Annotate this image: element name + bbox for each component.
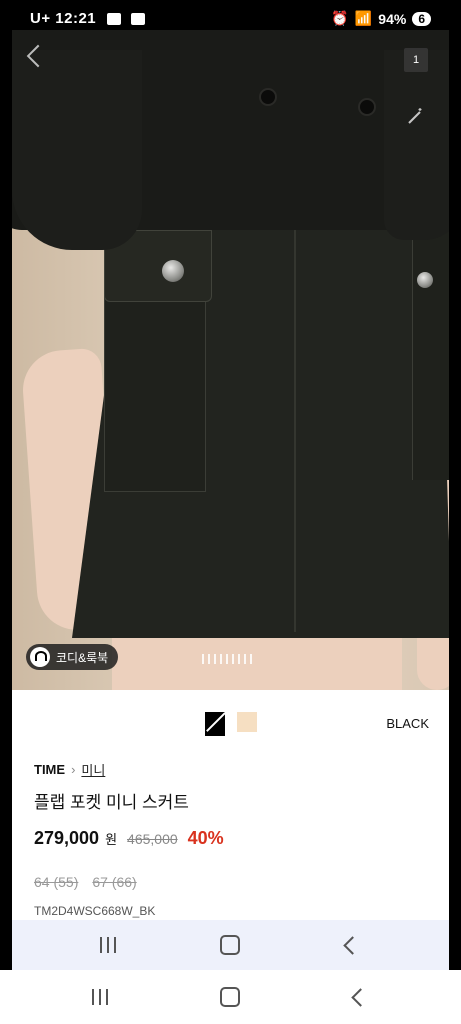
recent-apps-icon [100, 937, 116, 953]
currency-label: 원 [105, 832, 118, 847]
battery-percent: 94% [378, 10, 407, 27]
size-option[interactable]: 64 (55) [34, 874, 78, 890]
system-back-button[interactable] [330, 970, 390, 1024]
product-image[interactable]: 1 코디&룩북 [12, 30, 449, 690]
notif-count-badge: 6 [412, 11, 431, 26]
status-left: U+ 12:21 [30, 10, 146, 27]
system-nav-bar [0, 970, 461, 1024]
breadcrumb: TIME › 미니 [34, 760, 105, 779]
size-option[interactable]: 67 (66) [92, 874, 136, 890]
back-icon [342, 935, 362, 955]
coordi-label: 코디&룩북 [56, 650, 109, 665]
gallery-notif-icon [106, 13, 121, 26]
original-price: 465,000 [127, 831, 178, 847]
status-right: ⏰ 📶 94% 6 [331, 10, 431, 27]
magic-wand-icon[interactable] [406, 108, 424, 126]
home-icon [220, 987, 240, 1007]
chevron-right-icon: › [71, 762, 76, 777]
coordi-lookbook-button[interactable]: 코디&룩북 [26, 644, 119, 670]
product-title: 플랩 포켓 미니 스커트 [34, 793, 189, 812]
recent-apps-button[interactable] [78, 920, 138, 970]
gallery-dots [202, 654, 252, 664]
coordi-person-icon [30, 647, 50, 667]
system-home-button[interactable] [200, 970, 260, 1024]
home-button[interactable] [200, 920, 260, 970]
swatch-beige[interactable] [237, 712, 257, 732]
size-list: 64 (55) 67 (66) [34, 874, 137, 890]
product-code: TM2D4WSC668W_BK [34, 904, 156, 918]
discount-rate: 40% [187, 828, 224, 848]
home-icon [220, 935, 240, 955]
sale-price: 279,000 [34, 828, 100, 848]
carrier-label: U+ [30, 10, 51, 27]
back-icon [350, 987, 370, 1007]
inner-nav-bar [12, 920, 449, 970]
image-page-indicator: 1 [404, 48, 428, 72]
alarm-icon: ⏰ [331, 10, 349, 26]
selected-color-name: BLACK [386, 716, 429, 731]
back-button[interactable] [322, 920, 382, 970]
app-screen: 1 코디&룩북 BLACK TIME › 미니 플랩 포켓 미니 스커트 279… [12, 30, 449, 970]
system-recent-apps-button[interactable] [70, 970, 130, 1024]
talk-notif-icon [131, 13, 146, 26]
recent-apps-icon [92, 989, 108, 1005]
wifi-icon: 📶 [354, 10, 373, 26]
status-time: 12:21 [55, 10, 97, 27]
category-link[interactable]: 미니 [81, 760, 105, 779]
product-info: BLACK TIME › 미니 플랩 포켓 미니 스커트 279,000 원 4… [12, 690, 449, 920]
price-row: 279,000 원 465,000 40% [34, 828, 224, 849]
brand-link[interactable]: TIME [34, 762, 65, 777]
swatch-black[interactable] [205, 712, 225, 736]
